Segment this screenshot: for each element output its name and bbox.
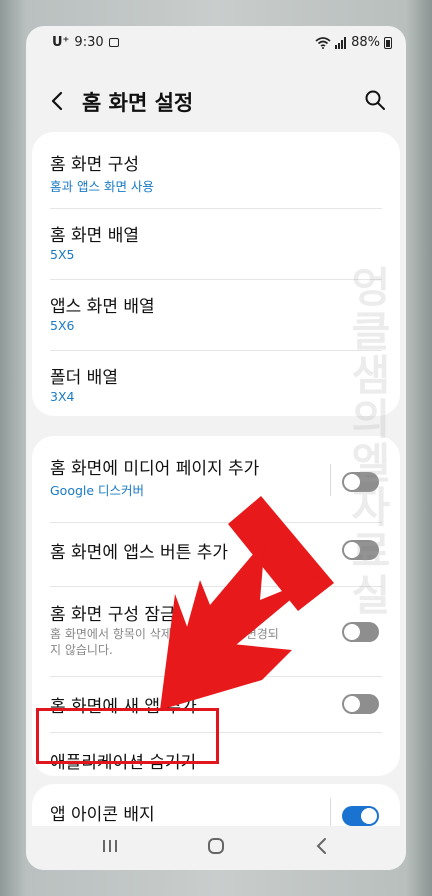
hide-apps-highlight-box bbox=[36, 708, 219, 764]
